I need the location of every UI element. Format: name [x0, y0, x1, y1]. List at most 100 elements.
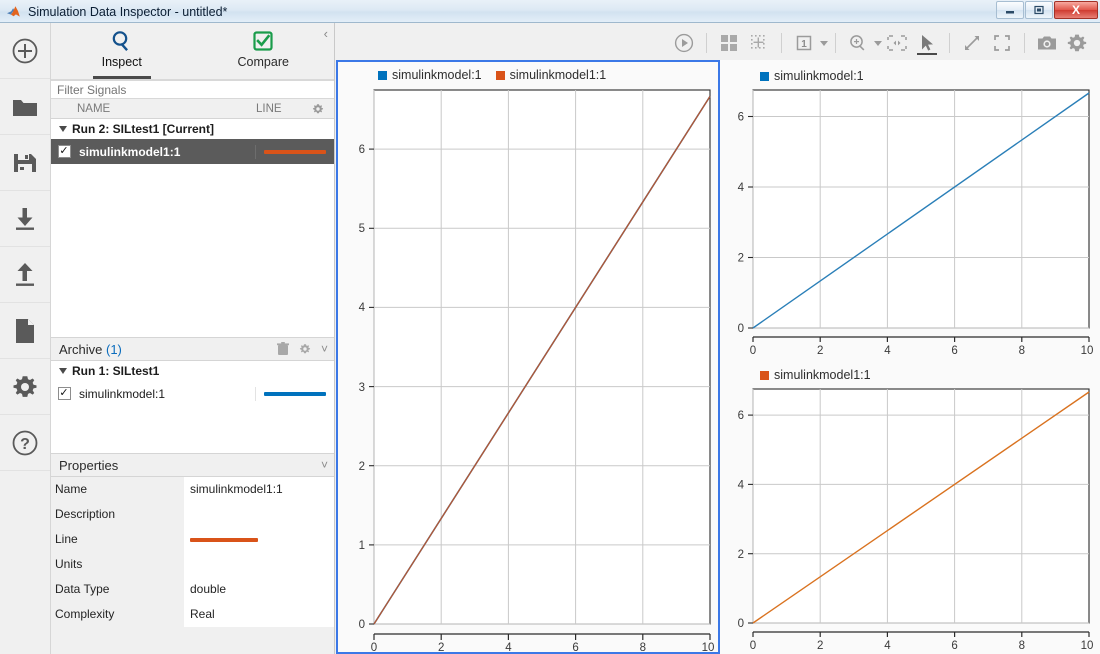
fit-to-view-button[interactable]: [957, 28, 987, 58]
pan-button[interactable]: [882, 28, 912, 58]
archive-signal-line-cell[interactable]: [256, 391, 334, 396]
triangle-down-icon: [59, 126, 67, 132]
filter-signals-field[interactable]: [51, 80, 334, 99]
subplot-index-button[interactable]: 1: [789, 28, 819, 58]
svg-text:6: 6: [572, 642, 578, 652]
bottom-right-plot-panel[interactable]: simulinkmodel1:1 0 2 4 6 0 2 4 6 8 10: [722, 360, 1100, 654]
legend-label: simulinkmodel1:1: [774, 368, 871, 382]
grid-spacing-button[interactable]: [744, 28, 774, 58]
title-bar-left: Simulation Data Inspector - untitled*: [6, 0, 245, 23]
archive-count: (1): [105, 341, 122, 357]
signal-name: simulinkmodel1:1: [77, 144, 256, 159]
svg-text:0: 0: [359, 619, 365, 631]
archive-title: Archive (1): [59, 342, 122, 357]
close-icon: X: [1071, 3, 1080, 17]
zoom-button[interactable]: [843, 28, 873, 58]
rail-help-button[interactable]: ?: [0, 415, 50, 471]
matlab-logo-icon: [7, 5, 20, 17]
signal-line-cell[interactable]: [256, 149, 334, 154]
run-button[interactable]: [669, 28, 699, 58]
panel-tabs: Inspect Compare ‹: [51, 23, 334, 80]
archive-header[interactable]: Archive (1) ˅: [51, 337, 334, 361]
rail-open-button[interactable]: [0, 79, 50, 135]
main-plot-legend: simulinkmodel:1 simulinkmodel1:1: [378, 68, 606, 82]
rail-preferences-button[interactable]: [0, 359, 50, 415]
top-right-plot-panel[interactable]: simulinkmodel:1 0 2 4 6 0 2 4 6 8 10: [722, 60, 1100, 360]
close-button[interactable]: X: [1054, 1, 1098, 19]
rail-import-button[interactable]: [0, 191, 50, 247]
archive-settings-button[interactable]: [299, 343, 311, 355]
window-controls: X: [996, 1, 1098, 19]
maximize-plot-button[interactable]: [987, 28, 1017, 58]
main-plot-panel[interactable]: simulinkmodel:1 simulinkmodel1:1 0 1 2 3…: [336, 60, 720, 654]
rail-save-button[interactable]: [0, 135, 50, 191]
signal-row[interactable]: ✓ simulinkmodel1:1: [51, 139, 334, 164]
snapshot-button[interactable]: [1032, 28, 1062, 58]
svg-text:5: 5: [359, 223, 365, 235]
legend-label: simulinkmodel:1: [392, 68, 482, 82]
tab-compare[interactable]: Compare: [193, 23, 335, 79]
minimize-button[interactable]: [996, 1, 1024, 19]
legend-item[interactable]: simulinkmodel1:1: [760, 368, 871, 382]
properties-title: Properties: [59, 457, 119, 473]
property-value[interactable]: [184, 551, 334, 577]
save-icon: [14, 153, 36, 172]
run-group-header[interactable]: Run 2: SILtest1 [Current]: [51, 119, 334, 139]
main-plot-canvas[interactable]: 0 1 2 3 4 5 6 0 2 4 6 8 10: [338, 62, 718, 652]
svg-text:6: 6: [359, 144, 365, 156]
property-value[interactable]: simulinkmodel1:1: [184, 476, 334, 502]
camera-icon: [1038, 36, 1056, 50]
property-value-line[interactable]: [184, 526, 334, 552]
tab-compare-label: Compare: [237, 55, 289, 69]
column-settings-button[interactable]: [303, 103, 333, 115]
left-panel: Inspect Compare ‹ NAME LINE: [51, 23, 335, 654]
chevron-down-icon[interactable]: ˅: [321, 459, 328, 471]
top-right-plot-canvas[interactable]: 0 2 4 6 0 2 4 6 8 10: [722, 60, 1100, 360]
svg-text:4: 4: [738, 182, 745, 194]
icon-rail: ?: [0, 23, 51, 654]
property-row: Data Type double: [51, 576, 334, 602]
plot-settings-button[interactable]: [1062, 28, 1092, 58]
legend-label: simulinkmodel1:1: [509, 68, 607, 82]
checkbox-checked-icon: ✓: [57, 387, 71, 400]
signal-checkbox[interactable]: ✓: [51, 145, 77, 158]
archive-delete-button[interactable]: [276, 342, 289, 356]
svg-text:3: 3: [359, 382, 365, 394]
rail-add-button[interactable]: [0, 23, 50, 79]
maximize-button[interactable]: [1025, 1, 1053, 19]
sdi-window: Simulation Data Inspector - untitled* X: [0, 0, 1100, 654]
minimize-icon: [1006, 11, 1014, 14]
svg-text:6: 6: [738, 410, 744, 422]
legend-item[interactable]: simulinkmodel1:1: [495, 68, 607, 82]
svg-text:0: 0: [371, 642, 377, 652]
subplot-layout-button[interactable]: [714, 28, 744, 58]
property-row: Complexity Real: [51, 601, 334, 627]
chevron-left-icon[interactable]: ‹: [324, 27, 328, 40]
legend-color-swatch: [378, 70, 387, 80]
rail-report-button[interactable]: [0, 303, 50, 359]
legend-item[interactable]: simulinkmodel:1: [760, 69, 864, 83]
toolbar-separator: [835, 33, 836, 53]
chevron-down-icon[interactable]: [820, 40, 828, 46]
line-color-swatch: [190, 537, 258, 542]
property-key: Line: [51, 526, 184, 552]
property-value[interactable]: [184, 501, 334, 527]
tab-inspect[interactable]: Inspect: [51, 23, 193, 79]
legend-item[interactable]: simulinkmodel:1: [378, 68, 482, 82]
svg-text:0: 0: [738, 323, 744, 335]
svg-text:0: 0: [750, 640, 756, 652]
properties-header[interactable]: Properties ˅: [51, 453, 334, 477]
chevron-down-icon[interactable]: [874, 40, 882, 46]
svg-text:1: 1: [801, 39, 807, 50]
rail-export-button[interactable]: [0, 247, 50, 303]
archive-signal-checkbox[interactable]: ✓: [51, 387, 77, 400]
filter-signals-input[interactable]: [55, 81, 334, 98]
archive-signal-row[interactable]: ✓ simulinkmodel:1: [51, 381, 334, 406]
archive-run-group-header[interactable]: Run 1: SILtest1: [51, 361, 334, 381]
archive-run-group-label: Run 1: SILtest1: [72, 364, 160, 378]
select-cursor-button[interactable]: [912, 28, 942, 58]
svg-text:8: 8: [1019, 640, 1025, 652]
chevron-down-icon[interactable]: ˅: [321, 343, 328, 355]
bottom-right-plot-canvas[interactable]: 0 2 4 6 0 2 4 6 8 10: [722, 360, 1100, 654]
svg-text:2: 2: [738, 253, 744, 265]
